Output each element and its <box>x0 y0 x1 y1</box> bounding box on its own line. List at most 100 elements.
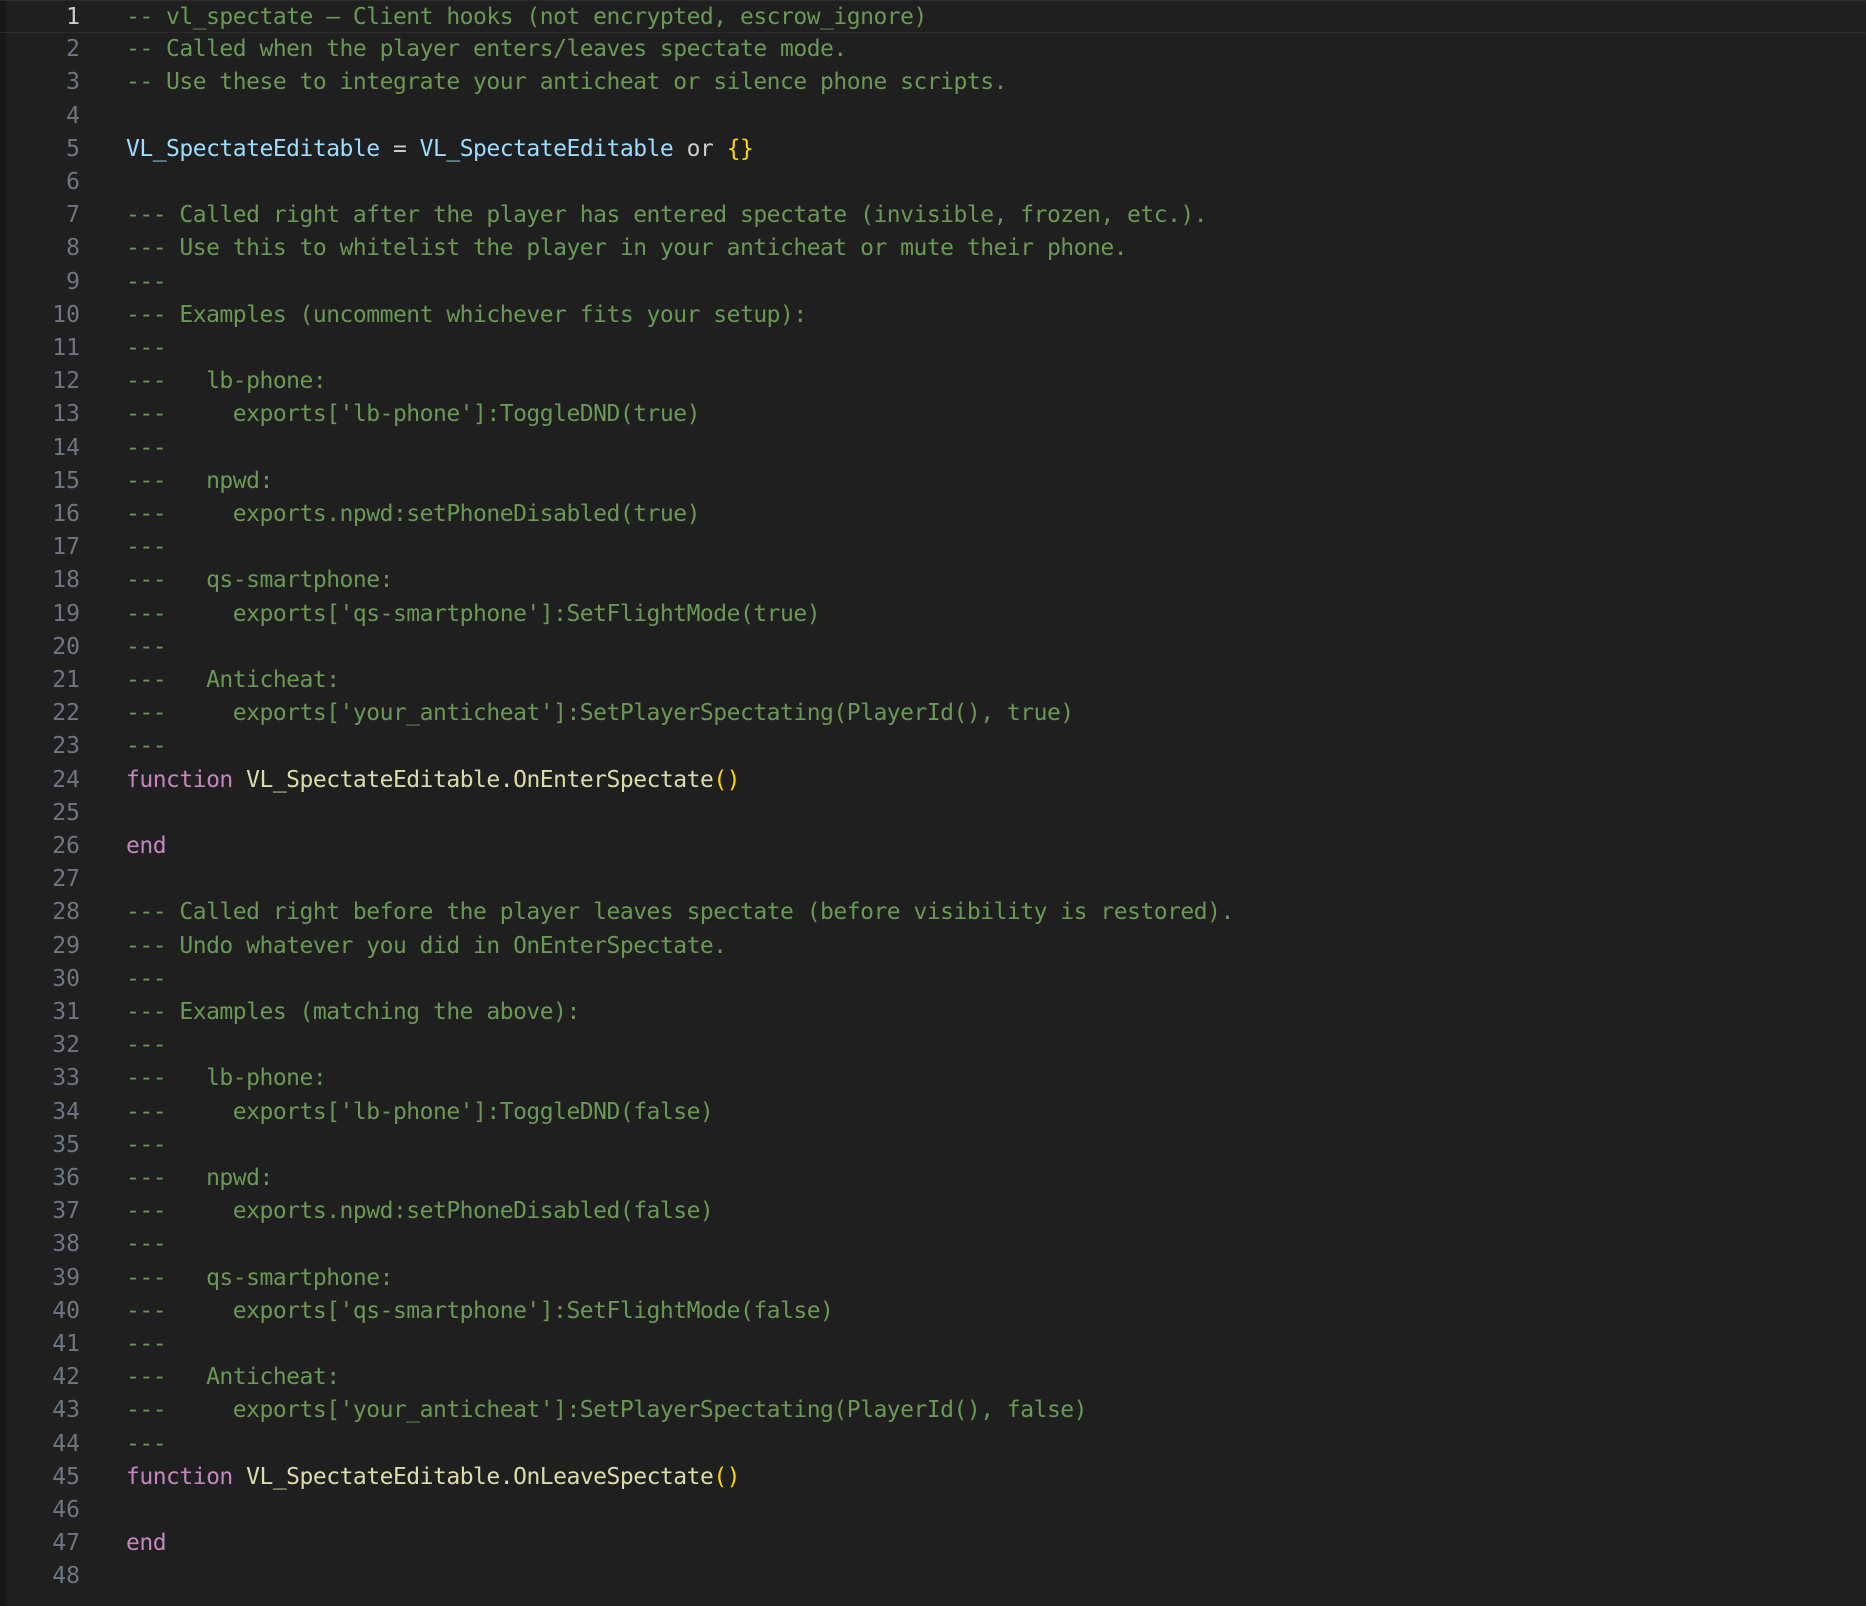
code-line[interactable]: 37 --- exports.npwd:setPhoneDisabled(fals… <box>0 1195 1866 1228</box>
code-line[interactable]: 13 --- exports['lb-phone']:ToggleDND(true… <box>0 398 1866 431</box>
code-line[interactable]: 2 -- Called when the player enters/leaves… <box>0 33 1866 66</box>
code-line[interactable]: 19 --- exports['qs-smartphone']:SetFlight… <box>0 598 1866 631</box>
line-code: --- <box>126 531 167 564</box>
code-line[interactable]: 8 --- Use this to whitelist the player in… <box>0 232 1866 265</box>
line-number: 14 <box>52 434 80 461</box>
line-number: 23 <box>52 733 80 760</box>
code-line[interactable]: 25 <box>0 797 1866 830</box>
code-line[interactable]: 9 --- <box>0 266 1866 299</box>
line-code: --- <box>126 631 167 664</box>
code-token: --- <box>126 733 167 760</box>
code-token: --- <box>126 268 167 295</box>
code-editor[interactable]: 1 -- vl_spectate — Client hooks (not encr… <box>0 0 1866 1606</box>
code-token: --- <box>126 1231 167 1258</box>
code-line[interactable]: 34 --- exports['lb-phone']:ToggleDND(fals… <box>0 1096 1866 1129</box>
code-line[interactable]: 16 --- exports.npwd:setPhoneDisabled(true… <box>0 498 1866 531</box>
code-line[interactable]: 45 function VL_SpectateEditable.OnLeaveSp… <box>0 1461 1866 1494</box>
code-line[interactable]: 3 -- Use these to integrate your antichea… <box>0 66 1866 99</box>
line-code: --- <box>126 332 167 365</box>
code-line[interactable]: 14 --- <box>0 432 1866 465</box>
code-line[interactable]: 6 <box>0 166 1866 199</box>
line-code: --- exports['your_anticheat']:SetPlayerS… <box>126 1394 1088 1427</box>
code-line[interactable]: 21 --- Anticheat: <box>0 664 1866 697</box>
code-line[interactable]: 18 --- qs-smartphone: <box>0 564 1866 597</box>
code-line[interactable]: 46 <box>0 1494 1866 1527</box>
code-line[interactable]: 32 --- <box>0 1029 1866 1062</box>
code-line[interactable]: 41 --- <box>0 1328 1866 1361</box>
code-line[interactable]: 33 --- lb-phone: <box>0 1062 1866 1095</box>
line-number: 15 <box>52 467 80 494</box>
code-line[interactable]: 24 function VL_SpectateEditable.OnEnterSp… <box>0 764 1866 797</box>
code-line[interactable]: 28 --- Called right before the player lea… <box>0 896 1866 929</box>
code-line[interactable]: 48 <box>0 1560 1866 1593</box>
line-number: 17 <box>52 534 80 561</box>
code-token: --- exports['lb-phone']:ToggleDND(false) <box>126 1098 714 1125</box>
line-code: end <box>126 1527 167 1560</box>
code-line[interactable]: 1 -- vl_spectate — Client hooks (not encr… <box>0 0 1866 34</box>
code-line[interactable]: 47 end <box>0 1527 1866 1560</box>
code-line[interactable]: 23 --- <box>0 730 1866 763</box>
code-line[interactable]: 40 --- exports['qs-smartphone']:SetFlight… <box>0 1295 1866 1328</box>
line-code: -- Called when the player enters/leaves … <box>126 33 847 66</box>
code-token: --- <box>126 965 167 992</box>
line-number: 29 <box>52 932 80 959</box>
code-line[interactable]: 15 --- npwd: <box>0 465 1866 498</box>
code-line[interactable]: 10 --- Examples (uncomment whichever fits… <box>0 299 1866 332</box>
code-line[interactable]: 7 --- Called right after the player has e… <box>0 199 1866 232</box>
code-line[interactable]: 36 --- npwd: <box>0 1162 1866 1195</box>
line-number: 21 <box>52 667 80 693</box>
code-line[interactable]: 30 --- <box>0 963 1866 996</box>
code-line[interactable]: 31 --- Examples (matching the above): <box>0 996 1866 1029</box>
code-token: --- Use this to whitelist the player in … <box>126 235 1128 262</box>
code-line[interactable]: 42 --- Anticheat: <box>0 1361 1866 1394</box>
line-number: 28 <box>52 899 80 926</box>
code-line[interactable]: 11 --- <box>0 332 1866 365</box>
code-token: VL_SpectateEditable. <box>246 766 514 793</box>
code-token: or <box>686 135 714 162</box>
line-number: 5 <box>66 135 80 162</box>
line-code: end <box>126 830 167 863</box>
code-line[interactable]: 20 --- <box>0 631 1866 664</box>
line-code: --- npwd: <box>126 465 273 498</box>
line-code: --- Examples (matching the above): <box>126 996 580 1029</box>
code-line[interactable]: 17 --- <box>0 531 1866 564</box>
code-line[interactable]: 39 --- qs-smartphone: <box>0 1262 1866 1295</box>
code-token: --- lb-phone: <box>126 1065 327 1092</box>
line-number: 42 <box>52 1364 80 1391</box>
line-code: --- npwd: <box>126 1162 273 1195</box>
line-number: 7 <box>66 202 80 229</box>
code-line[interactable]: 38 --- <box>0 1228 1866 1261</box>
code-line[interactable]: 26 end <box>0 830 1866 863</box>
code-token: -- vl_spectate — Client hooks (not encry… <box>126 4 927 30</box>
line-number: 36 <box>52 1165 80 1191</box>
code-line[interactable]: 4 <box>0 100 1866 133</box>
code-line[interactable]: 43 --- exports['your_anticheat']:SetPlaye… <box>0 1394 1866 1427</box>
code-line[interactable]: 44 --- <box>0 1428 1866 1461</box>
code-token: --- exports['your_anticheat']:SetPlayerS… <box>126 1397 1088 1424</box>
code-token: {} <box>726 135 754 162</box>
line-code: --- <box>126 1228 167 1261</box>
line-code: --- <box>126 1129 167 1162</box>
code-token: --- npwd: <box>126 1165 273 1191</box>
line-code: -- vl_spectate — Client hooks (not encry… <box>126 1 927 34</box>
code-line[interactable]: 35 --- <box>0 1129 1866 1162</box>
line-number: 44 <box>52 1430 80 1457</box>
line-number: 10 <box>52 301 80 328</box>
line-code: --- lb-phone: <box>126 365 327 398</box>
line-number: 34 <box>52 1098 80 1125</box>
code-token: --- Anticheat: <box>126 1364 340 1391</box>
line-code: --- exports['lb-phone']:ToggleDND(true) <box>126 398 700 431</box>
code-line[interactable]: 5 VL_SpectateEditable = VL_SpectateEditab… <box>0 133 1866 166</box>
line-number: 19 <box>52 600 80 627</box>
code-token: --- <box>126 434 167 461</box>
code-token: function <box>126 1463 233 1490</box>
code-line[interactable]: 27 <box>0 863 1866 896</box>
code-token: --- qs-smartphone: <box>126 1264 393 1291</box>
code-token: VL_SpectateEditable <box>419 135 674 162</box>
line-number: 46 <box>52 1497 80 1523</box>
code-line[interactable]: 29 --- Undo whatever you did in OnEnterSp… <box>0 930 1866 963</box>
code-line[interactable]: 12 --- lb-phone: <box>0 365 1866 398</box>
line-code: --- Undo whatever you did in OnEnterSpec… <box>126 930 727 963</box>
code-line[interactable]: 22 --- exports['your_anticheat']:SetPlaye… <box>0 697 1866 730</box>
